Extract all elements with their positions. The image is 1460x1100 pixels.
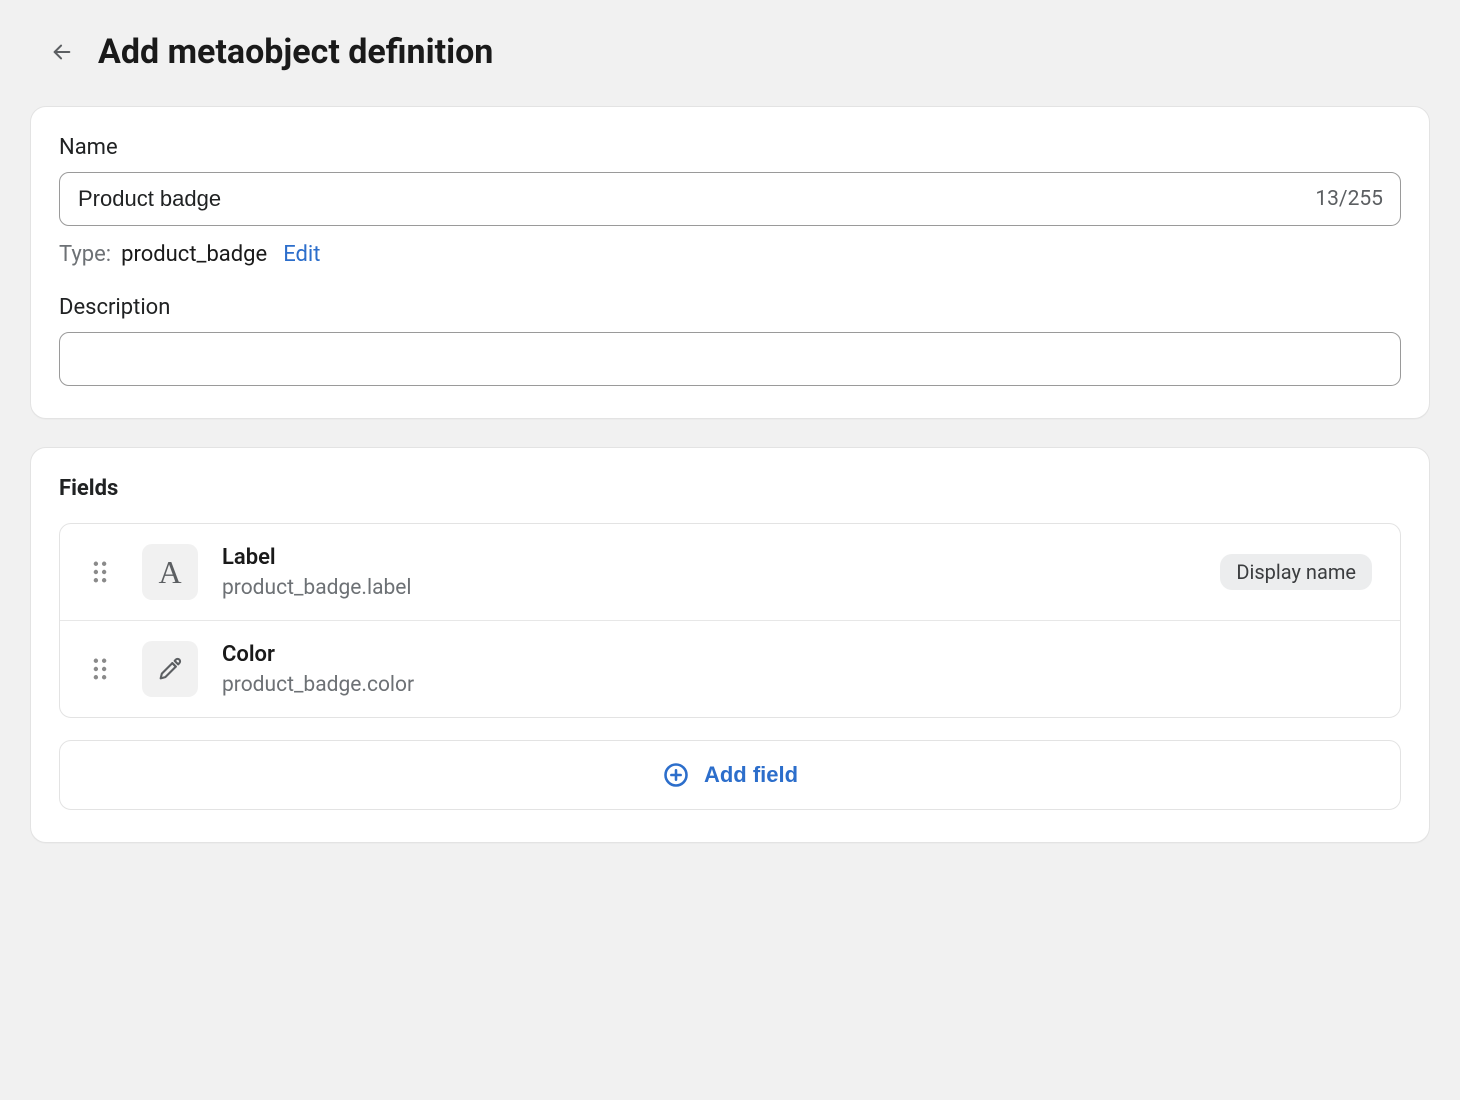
edit-type-link[interactable]: Edit (283, 242, 320, 267)
field-key: product_badge.color (222, 673, 1372, 697)
fields-heading: Fields (59, 476, 1401, 501)
name-char-counter: 13/255 (1315, 187, 1383, 211)
name-input[interactable] (59, 172, 1401, 226)
back-button[interactable] (44, 34, 80, 70)
field-row[interactable]: A Label product_badge.label Display name (60, 524, 1400, 621)
name-label: Name (59, 135, 1401, 160)
field-row[interactable]: Color product_badge.color (60, 621, 1400, 717)
field-name: Label (222, 545, 1220, 570)
color-type-icon (142, 641, 198, 697)
field-text: Color product_badge.color (222, 642, 1372, 697)
field-key: product_badge.label (222, 576, 1220, 600)
field-name: Color (222, 642, 1372, 667)
drag-handle-icon (93, 561, 107, 583)
name-input-wrap: 13/255 (59, 172, 1401, 226)
page-header: Add metaobject definition (30, 32, 1430, 72)
definition-info-card: Name 13/255 Type: product_badge Edit Des… (30, 106, 1430, 419)
display-name-badge: Display name (1220, 554, 1372, 590)
add-field-button[interactable]: Add field (59, 740, 1401, 810)
add-field-label: Add field (704, 762, 798, 788)
type-label: Type: (59, 242, 111, 267)
eyedropper-icon (156, 655, 184, 683)
fields-list: A Label product_badge.label Display name (59, 523, 1401, 718)
arrow-left-icon (51, 41, 73, 63)
type-value: product_badge (121, 242, 267, 267)
description-input[interactable] (59, 332, 1401, 386)
drag-handle-icon (93, 658, 107, 680)
plus-circle-icon (662, 761, 690, 789)
description-label: Description (59, 295, 1401, 320)
type-line: Type: product_badge Edit (59, 242, 1401, 267)
fields-card: Fields A Label (30, 447, 1430, 843)
drag-handle[interactable] (88, 658, 112, 680)
drag-handle[interactable] (88, 561, 112, 583)
field-text: Label product_badge.label (222, 545, 1220, 600)
page-title: Add metaobject definition (98, 32, 493, 72)
text-type-icon: A (142, 544, 198, 600)
